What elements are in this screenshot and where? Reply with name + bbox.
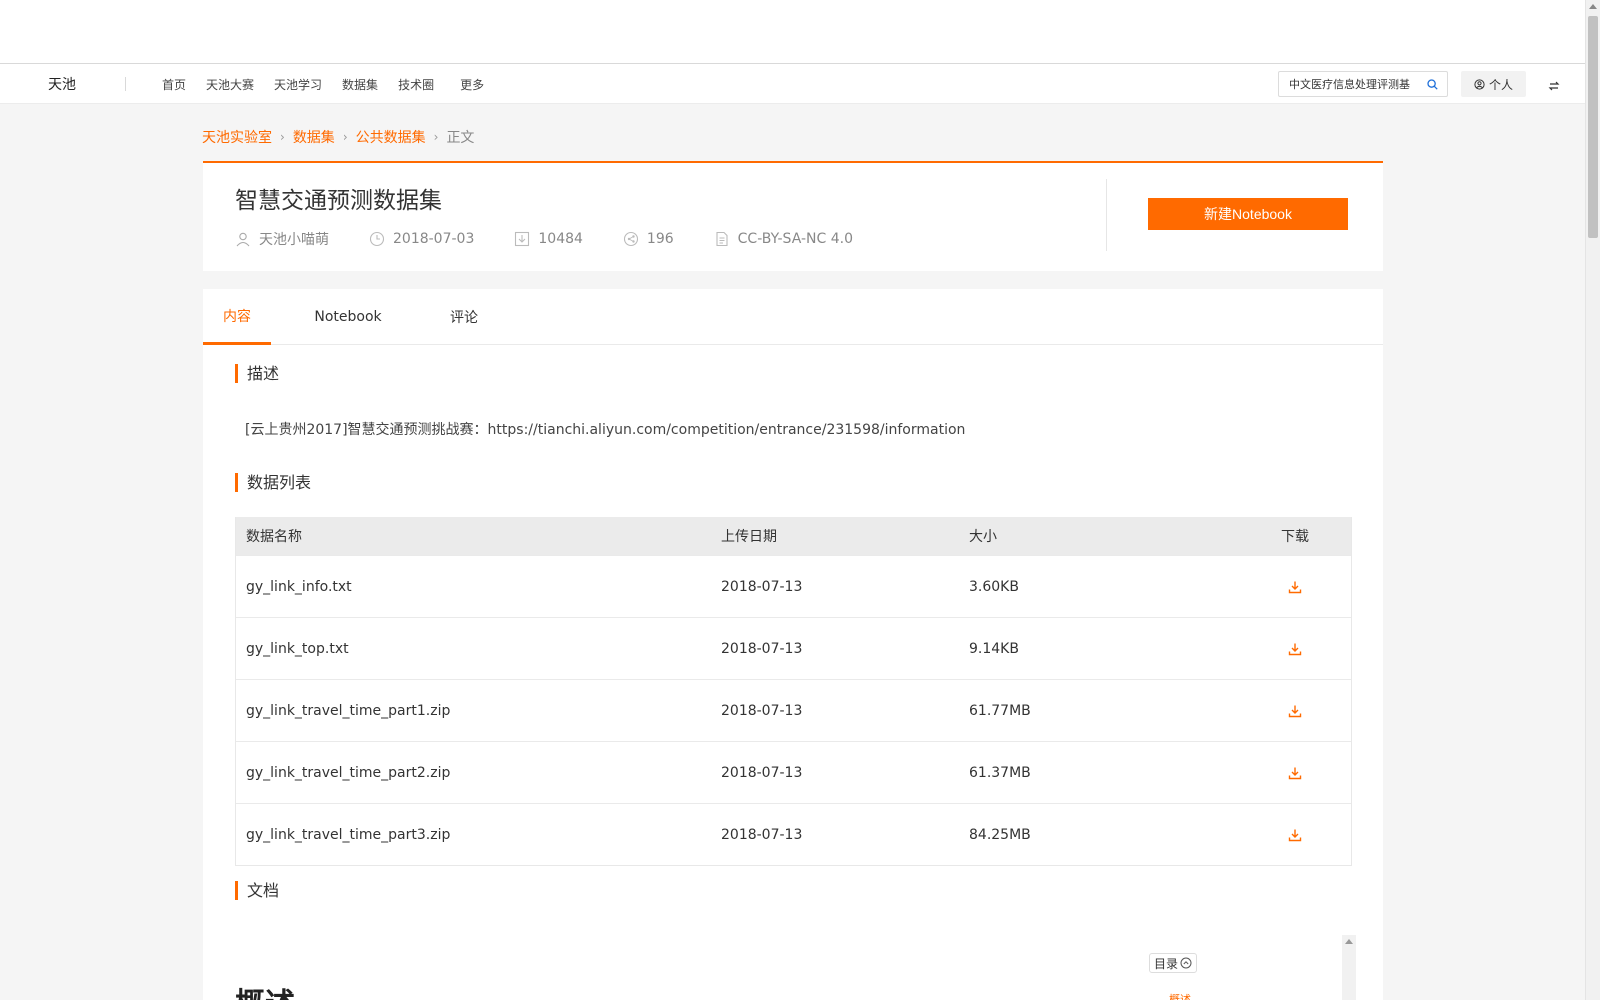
publish-date: 2018-07-03: [393, 231, 475, 247]
table-row: gy_link_travel_time_part1.zip 2018-07-13…: [236, 679, 1351, 741]
license-text: CC-BY-SA-NC 4.0: [737, 231, 853, 247]
share-count: 196: [646, 231, 674, 247]
file-name: gy_link_travel_time_part2.zip: [246, 764, 451, 781]
upload-date: 2018-07-13: [721, 578, 803, 595]
nav-links: 首页 天池大赛 天池学习 数据集 技术圈 更多: [162, 76, 504, 93]
nav-link-learning[interactable]: 天池学习: [274, 76, 322, 93]
download-count-icon: [515, 231, 530, 247]
nav-link-home[interactable]: 首页: [162, 76, 186, 93]
breadcrumb-datasets[interactable]: 数据集: [293, 127, 335, 147]
toc-item-overview[interactable]: 概述: [1169, 991, 1191, 1000]
user-menu-label: 个人: [1488, 77, 1513, 92]
meta-shares: 196: [623, 231, 674, 247]
breadcrumb-public-datasets[interactable]: 公共数据集: [356, 127, 426, 147]
content-tabs: 内容 Notebook 评论: [203, 289, 1383, 345]
header-download: 下载: [1281, 529, 1309, 545]
data-list-table: 数据名称 上传日期 大小 下载 gy_link_info.txt 2018-07…: [235, 517, 1352, 866]
docs-heading: 文档: [235, 881, 279, 900]
document-scrollbar[interactable]: [1342, 935, 1356, 1000]
upload-date: 2018-07-13: [721, 764, 803, 781]
table-row: gy_link_top.txt 2018-07-13 9.14KB: [236, 617, 1351, 679]
user-menu-button[interactable]: 个人: [1461, 71, 1526, 97]
scroll-up-arrow-icon[interactable]: [1589, 4, 1597, 9]
description-heading: 描述: [235, 364, 279, 383]
search-input[interactable]: [1289, 77, 1425, 91]
table-header: 数据名称 上传日期 大小 下载: [236, 517, 1351, 555]
tab-notebook[interactable]: Notebook: [303, 289, 393, 345]
download-icon[interactable]: [1245, 704, 1345, 718]
toc-label: 目录: [1154, 956, 1179, 971]
tab-content[interactable]: 内容: [203, 289, 271, 345]
header-date: 上传日期: [721, 529, 777, 545]
data-list-heading: 数据列表: [235, 473, 311, 492]
header-name: 数据名称: [246, 529, 302, 545]
download-icon[interactable]: [1245, 828, 1345, 842]
upload-date: 2018-07-13: [721, 702, 803, 719]
meta-license: CC-BY-SA-NC 4.0: [714, 231, 853, 247]
browser-top-band: [0, 0, 1585, 64]
header-divider: [1106, 179, 1107, 251]
table-row: gy_link_info.txt 2018-07-13 3.60KB: [236, 555, 1351, 617]
file-size: 61.77MB: [969, 702, 1031, 719]
content-card: 内容 Notebook 评论 描述 [云上贵州2017]智慧交通预测挑战赛：ht…: [203, 289, 1383, 1000]
upload-date: 2018-07-13: [721, 826, 803, 843]
chevron-right-icon: ›: [342, 130, 348, 144]
file-size: 9.14KB: [969, 640, 1019, 657]
breadcrumb-lab[interactable]: 天池实验室: [202, 127, 272, 147]
dataset-header-card: 智慧交通预测数据集 天池小喵萌 2018-07-03 10484 196 CC-…: [203, 161, 1383, 271]
download-count: 10484: [538, 231, 583, 247]
dataset-meta: 天池小喵萌 2018-07-03 10484 196 CC-BY-SA-NC 4…: [235, 229, 893, 249]
chevron-up-circle-icon: [1180, 957, 1192, 969]
chevron-right-icon: ›: [433, 130, 439, 144]
clock-icon: [369, 231, 385, 247]
file-name: gy_link_travel_time_part3.zip: [246, 826, 451, 843]
meta-downloads: 10484: [514, 231, 583, 247]
license-document-icon: [716, 231, 728, 247]
description-text: [云上贵州2017]智慧交通预测挑战赛：https://tianchi.aliy…: [245, 422, 966, 438]
meta-date: 2018-07-03: [369, 231, 474, 247]
nav-link-more[interactable]: 更多: [460, 76, 484, 93]
user-icon: [236, 232, 250, 247]
nav-link-competitions[interactable]: 天池大赛: [206, 76, 254, 93]
file-size: 84.25MB: [969, 826, 1031, 843]
meta-author: 天池小喵萌: [235, 229, 329, 249]
search-icon[interactable]: [1425, 77, 1439, 91]
file-name: gy_link_top.txt: [246, 640, 349, 657]
upload-date: 2018-07-13: [721, 640, 803, 657]
author-name[interactable]: 天池小喵萌: [259, 229, 329, 249]
file-size: 3.60KB: [969, 578, 1019, 595]
share-icon: [623, 231, 638, 247]
chevron-right-icon: ›: [280, 130, 285, 144]
nav-link-tech-circle[interactable]: 技术圈: [398, 76, 434, 93]
toc-toggle[interactable]: 目录: [1149, 953, 1198, 973]
nav-divider: [125, 77, 126, 91]
top-navbar: 天池 首页 天池大赛 天池学习 数据集 技术圈 更多 个人: [0, 64, 1585, 104]
scroll-up-arrow-icon[interactable]: [1345, 939, 1353, 944]
download-icon[interactable]: [1245, 580, 1345, 594]
switch-icon[interactable]: [1548, 77, 1560, 96]
document-heading: 概述: [235, 979, 295, 1000]
download-icon[interactable]: [1245, 642, 1345, 656]
breadcrumb-current: 正文: [446, 130, 475, 146]
file-size: 61.37MB: [969, 764, 1031, 781]
user-circle-icon: [1474, 78, 1485, 90]
page-title: 智慧交通预测数据集: [235, 188, 442, 214]
brand-logo[interactable]: 天池: [48, 74, 76, 94]
nav-link-datasets[interactable]: 数据集: [342, 76, 378, 93]
scrollbar-thumb[interactable]: [1588, 16, 1598, 238]
download-icon[interactable]: [1245, 766, 1345, 780]
header-size: 大小: [969, 529, 997, 545]
file-name: gy_link_info.txt: [246, 578, 352, 595]
table-row: gy_link_travel_time_part3.zip 2018-07-13…: [236, 803, 1351, 865]
table-row: gy_link_travel_time_part2.zip 2018-07-13…: [236, 741, 1351, 803]
search-box: [1278, 71, 1448, 97]
file-name: gy_link_travel_time_part1.zip: [246, 702, 451, 719]
breadcrumb: 天池实验室 › 数据集 › 公共数据集 › 正文: [202, 127, 474, 147]
tab-comments[interactable]: 评论: [439, 289, 489, 345]
page-scrollbar[interactable]: [1585, 0, 1600, 1000]
new-notebook-button[interactable]: 新建Notebook: [1148, 198, 1348, 230]
